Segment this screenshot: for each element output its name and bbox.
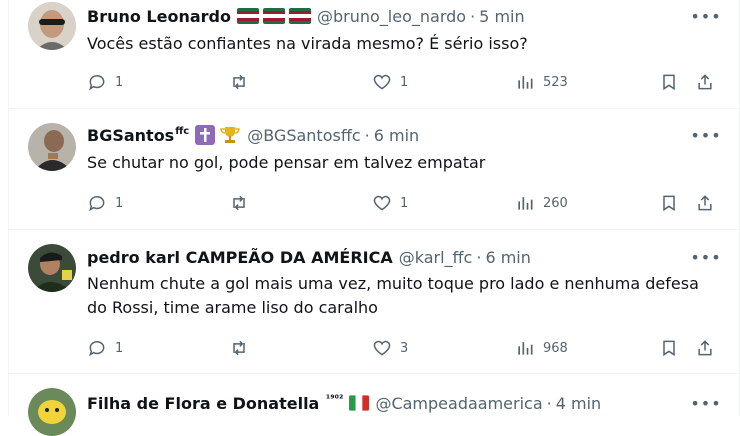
tweet-actions: 1 1 523 bbox=[87, 70, 719, 94]
bookmark-icon bbox=[663, 74, 675, 91]
tweet-actions: 1 3 968 bbox=[87, 336, 719, 360]
like-count: 3 bbox=[400, 340, 409, 356]
tweet-actions: 1 1 260 bbox=[87, 191, 719, 215]
share-icon bbox=[698, 74, 712, 90]
avatar[interactable] bbox=[28, 123, 76, 171]
share-button[interactable] bbox=[695, 336, 715, 360]
reply-button[interactable]: 1 bbox=[87, 336, 123, 360]
tweet-text: Nenhum chute a gol mais uma vez, muito t… bbox=[87, 274, 699, 317]
heart-icon bbox=[373, 195, 391, 211]
tweet[interactable]: Bruno Leonardo @bruno_leo_nardo · 5 min … bbox=[9, 0, 739, 109]
bookmark-button[interactable] bbox=[659, 191, 679, 215]
views-button[interactable]: 968 bbox=[515, 336, 568, 360]
reply-count: 1 bbox=[115, 74, 124, 90]
tweet[interactable]: BGSantosffc @BGSantosffc · 6 min ••• Se … bbox=[9, 109, 739, 230]
share-button[interactable] bbox=[695, 70, 715, 94]
tweet-header: Bruno Leonardo @bruno_leo_nardo · 5 min bbox=[87, 4, 699, 28]
handle[interactable]: @BGSantosffc bbox=[247, 126, 360, 145]
fluminense-flag-icon bbox=[289, 8, 311, 24]
timestamp[interactable]: 5 min bbox=[479, 7, 524, 26]
tweet-text: Vocês estão confiantes na virada mesmo? … bbox=[87, 34, 528, 53]
more-options-icon[interactable]: ••• bbox=[690, 246, 720, 268]
timeline: Bruno Leonardo @bruno_leo_nardo · 5 min … bbox=[8, 0, 740, 436]
view-count: 260 bbox=[543, 195, 568, 211]
like-count: 1 bbox=[400, 74, 409, 90]
views-chart-icon bbox=[518, 76, 533, 89]
reply-button[interactable]: 1 bbox=[87, 70, 123, 94]
display-name[interactable]: pedro karl CAMPEÃO DA AMÉRICA bbox=[87, 248, 393, 267]
timestamp[interactable]: 4 min bbox=[556, 394, 601, 413]
separator-dot: · bbox=[470, 6, 476, 26]
more-options-icon[interactable]: ••• bbox=[690, 124, 720, 146]
like-button[interactable]: 1 bbox=[372, 191, 408, 215]
separator-dot: · bbox=[546, 393, 552, 413]
fluminense-flag-icon bbox=[237, 8, 259, 24]
bookmark-icon bbox=[663, 195, 675, 212]
bookmark-button[interactable] bbox=[659, 70, 679, 94]
views-button[interactable]: 260 bbox=[515, 191, 568, 215]
tweet-text: Se chutar no gol, pode pensar em talvez … bbox=[87, 153, 486, 172]
share-icon bbox=[698, 195, 712, 211]
reply-icon bbox=[89, 196, 105, 212]
handle[interactable]: @bruno_leo_nardo bbox=[317, 7, 466, 26]
tweet-header: Filha de Flora e Donatella ¹⁹⁰² @Campead… bbox=[87, 391, 699, 415]
view-count: 523 bbox=[543, 74, 568, 90]
retweet-icon bbox=[233, 340, 245, 356]
timestamp[interactable]: 6 min bbox=[374, 126, 419, 145]
tweet[interactable]: pedro karl CAMPEÃO DA AMÉRICA @karl_ffc … bbox=[9, 230, 739, 374]
separator-dot: · bbox=[364, 125, 370, 145]
bookmark-icon bbox=[663, 340, 675, 357]
reply-icon bbox=[89, 75, 105, 91]
display-name[interactable]: Bruno Leonardo bbox=[87, 7, 231, 26]
display-name-text: Filha de Flora e Donatella bbox=[87, 393, 320, 413]
tweet[interactable]: Filha de Flora e Donatella ¹⁹⁰² @Campead… bbox=[9, 374, 739, 436]
views-chart-icon bbox=[518, 342, 533, 355]
retweet-button[interactable] bbox=[229, 191, 249, 215]
name-badges bbox=[237, 8, 311, 24]
tweet-header: BGSantosffc @BGSantosffc · 6 min bbox=[87, 123, 699, 147]
handle[interactable]: @karl_ffc bbox=[399, 248, 473, 267]
bookmark-button[interactable] bbox=[659, 336, 679, 360]
name-superscript: ¹⁹⁰² bbox=[325, 394, 344, 406]
reply-button[interactable]: 1 bbox=[87, 191, 123, 215]
like-button[interactable]: 1 bbox=[372, 70, 408, 94]
retweet-button[interactable] bbox=[229, 70, 249, 94]
cross-icon bbox=[195, 125, 216, 145]
separator-dot: · bbox=[476, 247, 482, 267]
views-chart-icon bbox=[518, 197, 533, 210]
handle[interactable]: @Campeadaamerica bbox=[375, 394, 542, 413]
retweet-icon bbox=[233, 74, 245, 90]
avatar[interactable] bbox=[28, 2, 76, 50]
heart-icon bbox=[373, 74, 391, 90]
more-options-icon[interactable]: ••• bbox=[690, 392, 720, 414]
fluminense-flag-icon bbox=[263, 8, 285, 24]
name-badges bbox=[195, 125, 241, 145]
italy-flag-icon bbox=[349, 395, 370, 411]
like-button[interactable]: 3 bbox=[372, 336, 408, 360]
reply-count: 1 bbox=[115, 195, 124, 211]
like-count: 1 bbox=[400, 195, 409, 211]
reply-icon bbox=[89, 341, 105, 357]
timestamp[interactable]: 6 min bbox=[485, 248, 530, 267]
more-options-icon[interactable]: ••• bbox=[690, 5, 720, 27]
views-button[interactable]: 523 bbox=[515, 70, 568, 94]
avatar[interactable] bbox=[28, 388, 76, 436]
trophy-icon bbox=[219, 125, 241, 145]
retweet-button[interactable] bbox=[229, 336, 249, 360]
name-superscript: ffc bbox=[175, 126, 190, 138]
display-name[interactable]: Filha de Flora e Donatella ¹⁹⁰² bbox=[87, 394, 343, 413]
view-count: 968 bbox=[543, 340, 568, 356]
share-icon bbox=[698, 340, 712, 356]
display-name[interactable]: BGSantosffc bbox=[87, 126, 189, 145]
heart-icon bbox=[373, 340, 391, 356]
display-name-text: BGSantos bbox=[87, 125, 175, 145]
retweet-icon bbox=[233, 195, 245, 211]
share-button[interactable] bbox=[695, 191, 715, 215]
reply-count: 1 bbox=[115, 340, 124, 356]
name-badges bbox=[349, 395, 370, 411]
avatar[interactable] bbox=[28, 244, 76, 292]
tweet-header: pedro karl CAMPEÃO DA AMÉRICA @karl_ffc … bbox=[87, 245, 699, 269]
